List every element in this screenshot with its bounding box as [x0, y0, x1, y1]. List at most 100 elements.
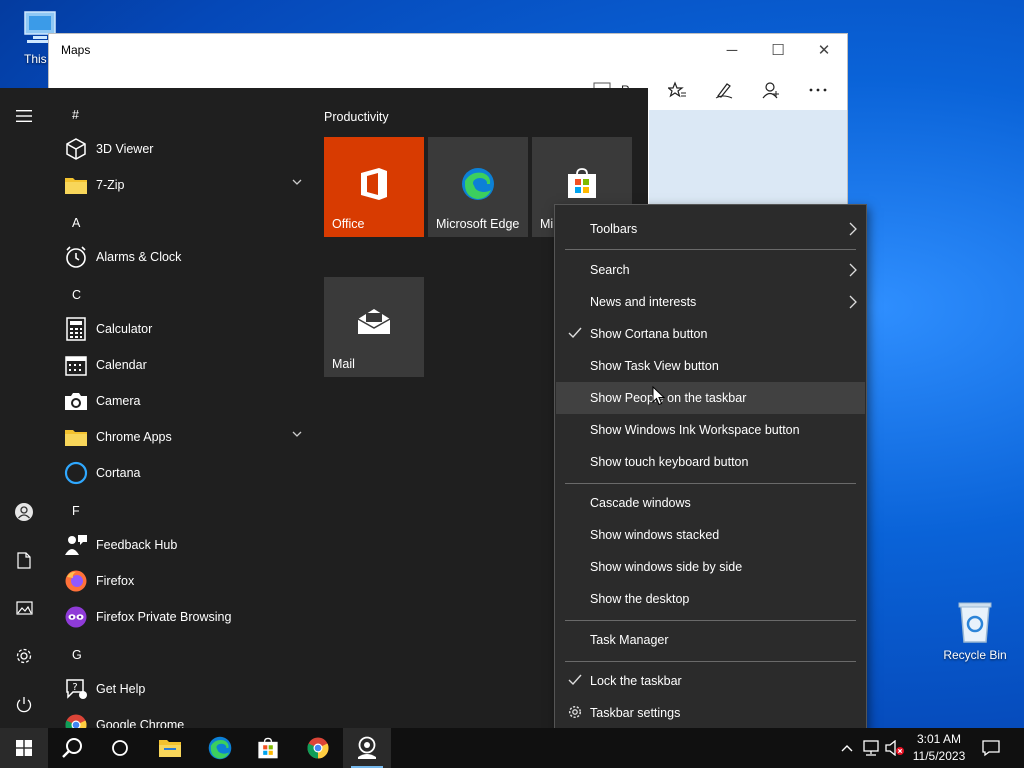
app-item-firefox-private[interactable]: Firefox Private Browsing	[48, 599, 312, 635]
start-button[interactable]	[0, 728, 48, 768]
menu-item-taskbar-settings[interactable]: Taskbar settings	[556, 697, 865, 729]
menu-item-lock-the-taskbar[interactable]: Lock the taskbar	[556, 665, 865, 697]
app-item-calculator[interactable]: Calculator	[48, 311, 312, 347]
network-button[interactable]	[860, 728, 882, 768]
app-item-3d-viewer[interactable]: 3D Viewer	[48, 131, 312, 167]
folder-icon	[62, 423, 90, 451]
menu-item-show-ink-workspace[interactable]: Show Windows Ink Workspace button	[556, 414, 865, 446]
power-button[interactable]	[0, 684, 48, 724]
desktop-icon-label: Recycle Bin	[943, 648, 1007, 662]
app-item-7-zip[interactable]: 7-Zip	[48, 167, 312, 203]
letter-header[interactable]: C	[72, 288, 81, 302]
cortana-icon	[62, 459, 90, 487]
menu-separator	[565, 483, 856, 484]
taskbar[interactable]: 3:01 AM 11/5/2023	[0, 728, 1024, 768]
close-button[interactable]: ✕	[801, 34, 847, 66]
pictures-button[interactable]	[0, 588, 48, 628]
menu-item-show-windows-side-by-side[interactable]: Show windows side by side	[556, 551, 865, 583]
letter-header[interactable]: F	[72, 504, 80, 518]
app-label: Feedback Hub	[96, 538, 178, 552]
menu-item-label: Search	[590, 263, 630, 277]
account-button[interactable]	[0, 492, 48, 532]
app-label: Get Help	[96, 682, 146, 696]
cube-icon	[62, 135, 90, 163]
settings-button[interactable]	[0, 636, 48, 676]
search-icon	[62, 738, 82, 758]
tile-label: Mi	[540, 217, 554, 231]
taskbar-file-explorer[interactable]	[146, 728, 194, 768]
chrome-icon	[62, 711, 90, 728]
maximize-button[interactable]: ☐	[755, 34, 801, 66]
menu-item-show-cortana-button[interactable]: Show Cortana button	[556, 318, 865, 350]
tile-group-title[interactable]: Productivity	[324, 110, 389, 124]
search-button[interactable]	[48, 728, 96, 768]
menu-item-label: Taskbar settings	[590, 706, 681, 720]
checkmark-icon	[568, 327, 582, 339]
menu-item-label: Task Manager	[590, 633, 669, 647]
app-item-alarms-clock[interactable]: Alarms & Clock	[48, 239, 312, 275]
menu-item-show-the-desktop[interactable]: Show the desktop	[556, 583, 865, 615]
menu-item-cascade-windows[interactable]: Cascade windows	[556, 487, 865, 519]
app-label: Google Chrome	[96, 718, 185, 728]
mouse-cursor-icon	[652, 386, 666, 406]
cortana-button[interactable]	[96, 728, 144, 768]
app-item-cortana[interactable]: Cortana	[48, 455, 312, 491]
letter-header[interactable]: #	[72, 108, 79, 122]
letter-header[interactable]: G	[72, 648, 82, 662]
menu-item-show-windows-stacked[interactable]: Show windows stacked	[556, 519, 865, 551]
menu-item-show-task-view-button[interactable]: Show Task View button	[556, 350, 865, 382]
app-item-chrome-apps[interactable]: Chrome Apps	[48, 419, 312, 455]
menu-separator	[565, 661, 856, 662]
menu-item-news-and-interests[interactable]: News and interests	[556, 286, 865, 318]
menu-item-show-touch-keyboard[interactable]: Show touch keyboard button	[556, 446, 865, 478]
network-icon	[863, 740, 879, 756]
show-hidden-icons-button[interactable]	[836, 728, 858, 768]
clock-time: 3:01 AM	[916, 732, 962, 746]
add-person-icon	[762, 82, 779, 99]
taskbar-edge[interactable]	[196, 728, 244, 768]
favorites-button[interactable]	[653, 74, 700, 106]
volume-muted-icon	[885, 740, 904, 756]
menu-item-toolbars[interactable]: Toolbars	[556, 213, 865, 245]
mail-icon	[324, 307, 424, 335]
help-icon: ?	[62, 675, 90, 703]
pen-icon	[715, 83, 732, 99]
letter-header[interactable]: A	[72, 216, 80, 230]
menu-item-search[interactable]: Search	[556, 254, 865, 286]
tile-microsoft-edge[interactable]: Microsoft Edge	[428, 137, 528, 237]
maps-titlebar[interactable]: Maps ─ ☐ ✕	[49, 34, 847, 66]
tile-office[interactable]: Office	[324, 137, 424, 237]
tile-mail[interactable]: Mail	[324, 277, 424, 377]
menu-item-label: Lock the taskbar	[590, 674, 682, 688]
taskbar-maps[interactable]	[343, 728, 391, 768]
menu-item-show-people[interactable]: Show People on the taskbar	[556, 382, 865, 414]
app-item-calendar[interactable]: Calendar	[48, 347, 312, 383]
action-center-button[interactable]	[976, 728, 1006, 768]
desktop-icon-recycle-bin[interactable]: Recycle Bin	[940, 600, 1010, 662]
star-list-icon	[667, 81, 686, 98]
tile-label: Microsoft Edge	[436, 217, 520, 231]
taskbar-store[interactable]	[244, 728, 292, 768]
app-item-get-help[interactable]: ? Get Help	[48, 671, 312, 707]
taskbar-chrome[interactable]	[294, 728, 342, 768]
app-item-google-chrome[interactable]: Google Chrome	[48, 707, 312, 728]
gear-icon	[568, 705, 582, 719]
minimize-button[interactable]: ─	[709, 34, 755, 66]
more-options-button[interactable]	[794, 74, 841, 106]
app-item-firefox[interactable]: Firefox	[48, 563, 312, 599]
volume-button[interactable]	[884, 728, 906, 768]
notification-icon	[982, 740, 1000, 757]
app-item-feedback-hub[interactable]: Feedback Hub	[48, 527, 312, 563]
edge-icon	[208, 736, 232, 760]
chevron-up-icon	[841, 745, 853, 752]
edge-icon	[428, 167, 528, 201]
app-item-camera[interactable]: Camera	[48, 383, 312, 419]
sign-in-button[interactable]	[747, 74, 794, 106]
menu-item-task-manager[interactable]: Task Manager	[556, 624, 865, 656]
start-menu: # 3D Viewer 7-Zip A Alarms & Clock C Cal…	[0, 88, 648, 728]
documents-button[interactable]	[0, 540, 48, 580]
taskbar-clock[interactable]: 3:01 AM 11/5/2023	[904, 731, 974, 765]
ink-button[interactable]	[700, 74, 747, 106]
menu-item-label: Show touch keyboard button	[590, 455, 749, 469]
expand-menu-button[interactable]	[0, 96, 48, 136]
